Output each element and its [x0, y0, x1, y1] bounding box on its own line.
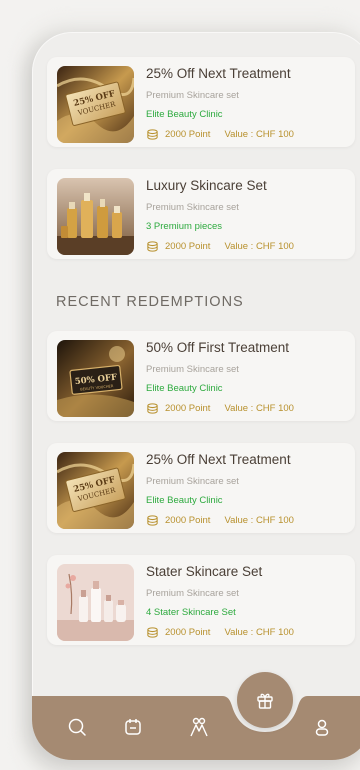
redemption-card[interactable]: Stater Skincare Set Premium Skincare set…	[47, 555, 355, 645]
value-label: Value : CHF 100	[224, 128, 294, 140]
coins-icon	[147, 240, 158, 252]
points-label: 2000 Point	[165, 626, 211, 638]
card-tag: 3 Premium pieces	[146, 221, 223, 232]
points-label: 2000 Point	[165, 402, 211, 414]
card-tag: Elite Beauty Clinic	[146, 383, 223, 394]
value-label: Value : CHF 100	[224, 402, 294, 414]
card-tag: Elite Beauty Clinic	[146, 109, 223, 120]
points-label: 2000 Point	[165, 128, 211, 140]
gift-icon	[257, 693, 273, 709]
bottom-nav	[32, 696, 360, 760]
redemption-card[interactable]: 25% OFF VOUCHER 25% Off Next Treatment P…	[47, 443, 355, 533]
community-icon[interactable]	[188, 716, 210, 738]
card-title: 25% Off Next Treatment	[146, 66, 291, 81]
card-meta: 2000 Point Value : CHF 100	[146, 127, 294, 141]
card-meta: 2000 Point Value : CHF 100	[146, 401, 294, 415]
card-title: Stater Skincare Set	[146, 564, 263, 579]
card-subtitle: Premium Skincare set	[146, 588, 239, 599]
skincare-image	[57, 564, 134, 641]
card-subtitle: Premium Skincare set	[146, 476, 239, 487]
coins-icon	[147, 514, 158, 526]
voucher-image: 25% OFF VOUCHER	[57, 66, 134, 143]
value-label: Value : CHF 100	[224, 240, 294, 252]
points-label: 2000 Point	[165, 240, 211, 252]
card-tag: 4 Stater Skincare Set	[146, 607, 236, 618]
card-title: 25% Off Next Treatment	[146, 452, 291, 467]
card-title: Luxury Skincare Set	[146, 178, 267, 193]
card-meta: 2000 Point Value : CHF 100	[146, 513, 294, 527]
coins-icon	[147, 626, 158, 638]
value-label: Value : CHF 100	[224, 514, 294, 526]
calendar-icon[interactable]	[122, 716, 144, 738]
gift-button[interactable]	[237, 672, 293, 728]
coins-icon	[147, 402, 158, 414]
value-label: Value : CHF 100	[224, 626, 294, 638]
card-subtitle: Premium Skincare set	[146, 90, 239, 101]
redemption-card[interactable]: 50% OFF BEAUTY VOUCHER 50% Off First Tre…	[47, 331, 355, 421]
coins-icon	[147, 128, 158, 140]
card-subtitle: Premium Skincare set	[146, 364, 239, 375]
card-meta: 2000 Point Value : CHF 100	[146, 625, 294, 639]
skincare-image	[57, 178, 134, 255]
card-meta: 2000 Point Value : CHF 100	[146, 239, 294, 253]
voucher-image: 50% OFF BEAUTY VOUCHER	[57, 340, 134, 417]
search-icon[interactable]	[66, 716, 88, 738]
voucher-image: 25% OFF VOUCHER	[57, 452, 134, 529]
profile-icon[interactable]	[311, 716, 333, 738]
recent-redemptions-heading: RECENT REDEMPTIONS	[56, 294, 244, 310]
card-title: 50% Off First Treatment	[146, 340, 290, 355]
card-subtitle: Premium Skincare set	[146, 202, 239, 213]
reward-card[interactable]: Luxury Skincare Set Premium Skincare set…	[47, 169, 355, 259]
points-label: 2000 Point	[165, 514, 211, 526]
reward-card[interactable]: 25% OFF VOUCHER 25% Off Next Treatment P…	[47, 57, 355, 147]
card-tag: Elite Beauty Clinic	[146, 495, 223, 506]
phone-frame: 25% OFF VOUCHER 25% Off Next Treatment P…	[32, 32, 360, 760]
